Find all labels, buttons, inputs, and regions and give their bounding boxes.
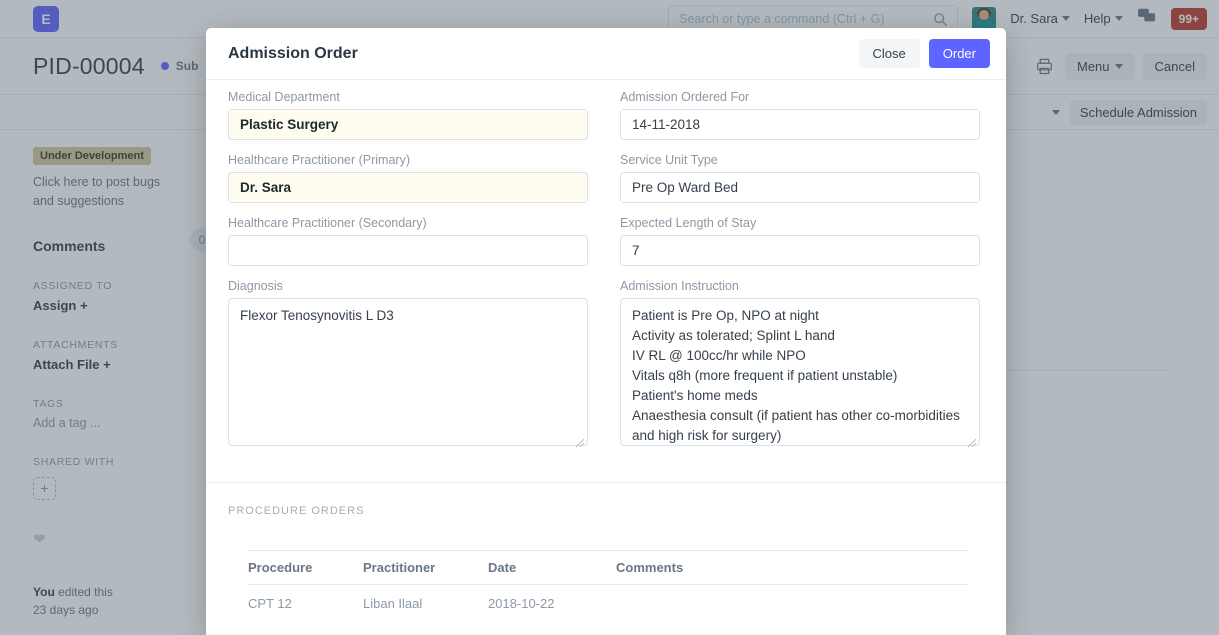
modal-title: Admission Order [228,45,358,63]
medical-department-input[interactable] [228,109,588,140]
procedure-orders-table: Procedure Practitioner Date Comments CPT… [248,550,968,622]
admission-instruction-wrap: Patient is Pre Op, NPO at night Activity… [620,298,980,451]
form-column-left: Medical Department Healthcare Practition… [228,90,588,464]
admission-ordered-for-input[interactable] [620,109,980,140]
field-label: Diagnosis [228,279,588,293]
table-header-row: Procedure Practitioner Date Comments [248,551,968,585]
cell-procedure: CPT 12 [248,585,363,623]
column-header-date: Date [488,551,616,585]
cell-date: 2018-10-22 [488,585,616,623]
field-admission-instruction: Admission Instruction Patient is Pre Op,… [620,279,980,451]
field-label: Service Unit Type [620,153,980,167]
order-button[interactable]: Order [929,39,990,68]
field-practitioner-secondary: Healthcare Practitioner (Secondary) [228,216,588,266]
modal-header-actions: Close Order [859,39,990,68]
field-service-unit-type: Service Unit Type [620,153,980,203]
field-label: Admission Ordered For [620,90,980,104]
field-practitioner-primary: Healthcare Practitioner (Primary) [228,153,588,203]
field-label: Expected Length of Stay [620,216,980,230]
cell-practitioner: Liban Ilaal [363,585,488,623]
column-header-comments: Comments [616,551,968,585]
field-label: Medical Department [228,90,588,104]
admission-order-modal: Admission Order Close Order Medical Depa… [206,28,1006,635]
procedure-orders-caption: PROCEDURE ORDERS [228,505,984,517]
form-grid: Medical Department Healthcare Practition… [228,90,984,464]
cell-comments [616,585,968,623]
admission-instruction-textarea[interactable]: Patient is Pre Op, NPO at night Activity… [620,298,980,446]
diagnosis-wrap: Flexor Tenosynovitis L D3 [228,298,588,451]
column-header-practitioner: Practitioner [363,551,488,585]
table-header: Procedure Practitioner Date Comments [248,551,968,585]
field-label: Healthcare Practitioner (Primary) [228,153,588,167]
service-unit-type-input[interactable] [620,172,980,203]
column-header-procedure: Procedure [248,551,363,585]
field-label: Admission Instruction [620,279,980,293]
field-diagnosis: Diagnosis Flexor Tenosynovitis L D3 [228,279,588,451]
table-row[interactable]: CPT 12 Liban Ilaal 2018-10-22 [248,585,968,623]
field-medical-department: Medical Department [228,90,588,140]
field-label: Healthcare Practitioner (Secondary) [228,216,588,230]
practitioner-primary-input[interactable] [228,172,588,203]
table-body: CPT 12 Liban Ilaal 2018-10-22 [248,585,968,623]
modal-header: Admission Order Close Order [206,28,1006,80]
field-expected-length-of-stay: Expected Length of Stay [620,216,980,266]
close-button[interactable]: Close [859,39,920,68]
field-admission-ordered-for: Admission Ordered For [620,90,980,140]
practitioner-secondary-input[interactable] [228,235,588,266]
form-column-right: Admission Ordered For Service Unit Type … [620,90,980,464]
diagnosis-textarea[interactable]: Flexor Tenosynovitis L D3 [228,298,588,446]
procedure-orders-section: PROCEDURE ORDERS Procedure Practitioner … [206,483,1006,622]
modal-body: Medical Department Healthcare Practition… [206,80,1006,483]
app-root: E Dr. Sara Help [0,0,1219,635]
expected-length-of-stay-input[interactable] [620,235,980,266]
